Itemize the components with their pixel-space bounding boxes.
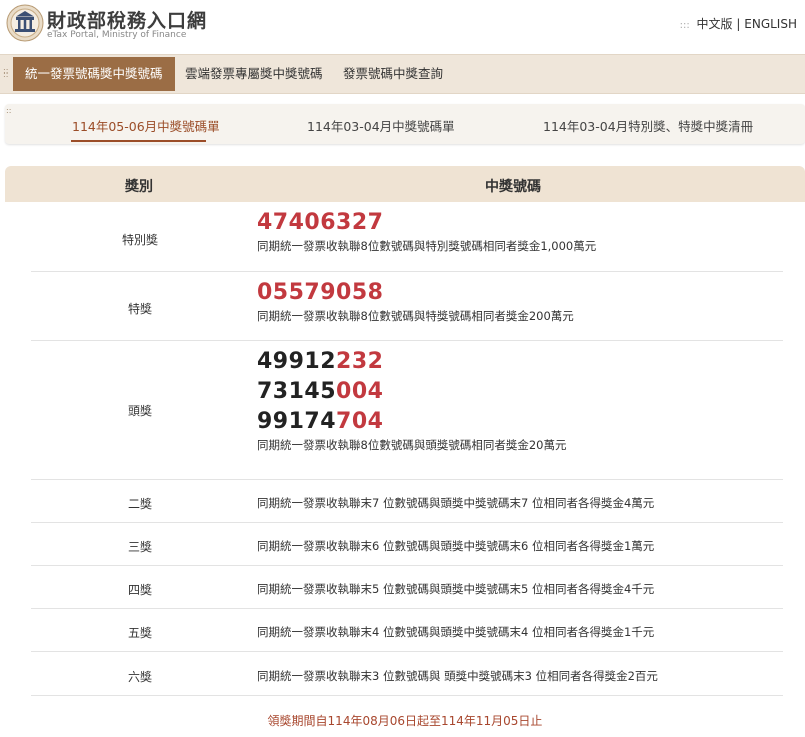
table-row: 特別獎 47406327 同期統一發票收執聯8位數號碼與特別獎號碼相同者獎金1,… [31,202,783,272]
prize-description: 同期統一發票收執聯8位數號碼與頭獎號碼相同者獎金20萬元 [257,438,567,452]
claim-period-note: 領獎期間自114年08月06日起至114年11月05日止 [267,714,543,728]
prize-category: 二獎 [127,497,152,511]
tab-invoice-lookup[interactable]: 發票號碼中獎查詢 [343,55,443,93]
lang-chinese-link[interactable]: 中文版 [697,17,733,31]
number-prefix: 99174 [257,409,337,434]
special-prize-number: 47406327 [257,210,384,235]
prize-description: 同期統一發票收執聯末3 位數號碼與 頭獎中獎號碼末3 位相同者各得獎金2百元 [257,669,658,683]
table-row: 五獎 同期統一發票收執聯末4 位數號碼與頭獎中獎號碼末4 位相同者各得獎金1千元 [31,609,783,652]
table-row: 二獎 同期統一發票收執聯末7 位數號碼與頭獎中獎號碼末7 位相同者各得獎金4萬元 [31,480,783,523]
prize-category: 四獎 [127,583,152,597]
table-row: 四獎 同期統一發票收執聯末5 位數號碼與頭獎中獎號碼末5 位相同者各得獎金4千元 [31,566,783,609]
number-prefix: 49912 [257,349,337,374]
number-suffix: 704 [336,409,384,434]
prize-category: 三獎 [127,540,152,554]
first-prize-number-3: 99174704 [257,407,566,437]
main-nav: :::: 統一發票號碼獎中獎號碼 雲端發票專屬獎中獎號碼 發票號碼中獎查詢 [0,54,805,94]
first-prize-number-2: 73145004 [257,377,566,407]
number-suffix: 004 [336,379,384,404]
grand-prize-number: 05579058 [257,280,384,305]
ministry-logo-icon[interactable] [6,4,44,42]
period-tabs: :: 114年05-06月中獎號碼單 114年03-04月中獎號碼單 114年0… [5,104,805,144]
prize-category: 特別獎 [121,233,158,247]
number-prefix: 73145 [257,379,337,404]
number-suffix: 232 [336,349,384,374]
prize-category: 特獎 [127,302,152,316]
prize-description: 同期統一發票收執聯末5 位數號碼與頭獎中獎號碼末5 位相同者各得獎金4千元 [257,582,655,596]
prize-description: 同期統一發票收執聯8位數號碼與特別獎號碼相同者獎金1,000萬元 [257,239,597,253]
site-header: 財政部稅務入口網 eTax Portal, Ministry of Financ… [0,0,805,50]
table-row: 六獎 同期統一發票收執聯末3 位數號碼與 頭獎中獎號碼末3 位相同者各得獎金2百… [31,652,783,696]
drag-dots-icon: :: [6,106,12,115]
prize-description: 同期統一發票收執聯末4 位數號碼與頭獎中獎號碼末4 位相同者各得獎金1千元 [257,625,655,639]
lang-english-link[interactable]: ENGLISH [744,17,797,31]
table-row: 特獎 05579058 同期統一發票收執聯8位數號碼與特獎號碼相同者獎金200萬… [31,272,783,341]
prize-category: 五獎 [127,626,152,640]
prize-description: 同期統一發票收執聯末6 位數號碼與頭獎中獎號碼末6 位相同者各得獎金1萬元 [257,539,655,553]
site-subtitle: eTax Portal, Ministry of Finance [47,30,187,40]
active-tab-underline [71,140,206,142]
menu-dots-icon: ::: [679,20,690,31]
column-header-numbers: 中獎號碼 [485,179,541,195]
tab-period-previous[interactable]: 114年03-04月中獎號碼單 [307,116,455,135]
tab-period-current[interactable]: 114年05-06月中獎號碼單 [72,116,220,135]
prize-description: 同期統一發票收執聯末7 位數號碼與頭獎中獎號碼末7 位相同者各得獎金4萬元 [257,496,655,510]
tab-cloud-invoice-numbers[interactable]: 雲端發票專屬獎中獎號碼 [185,55,323,93]
table-header: 獎別 中獎號碼 [5,166,805,202]
first-prize-number-1: 49912232 [257,347,566,377]
prize-description: 同期統一發票收執聯8位數號碼與特獎號碼相同者獎金200萬元 [257,309,574,323]
tab-special-prize-list[interactable]: 114年03-04月特別獎、特獎中獎清冊 [543,116,753,135]
language-switcher: ::: 中文版 | ENGLISH [680,15,797,32]
column-header-category: 獎別 [125,179,153,195]
winning-numbers-table: 獎別 中獎號碼 特別獎 47406327 同期統一發票收執聯8位數號碼與特別獎號… [5,166,805,737]
prize-category: 六獎 [127,670,152,684]
prize-category: 頭獎 [127,404,152,418]
site-title[interactable]: 財政部稅務入口網 [47,6,207,33]
table-row: 頭獎 49912232 73145004 99174704 同期統一發票收執聯8… [31,341,783,480]
table-row: 三獎 同期統一發票收執聯末6 位數號碼與頭獎中獎號碼末6 位相同者各得獎金1萬元 [31,523,783,566]
tab-invoice-winning-numbers[interactable]: 統一發票號碼獎中獎號碼 [13,57,175,91]
lang-separator: | [736,17,741,31]
drag-dots-icon: :::: [3,66,9,79]
